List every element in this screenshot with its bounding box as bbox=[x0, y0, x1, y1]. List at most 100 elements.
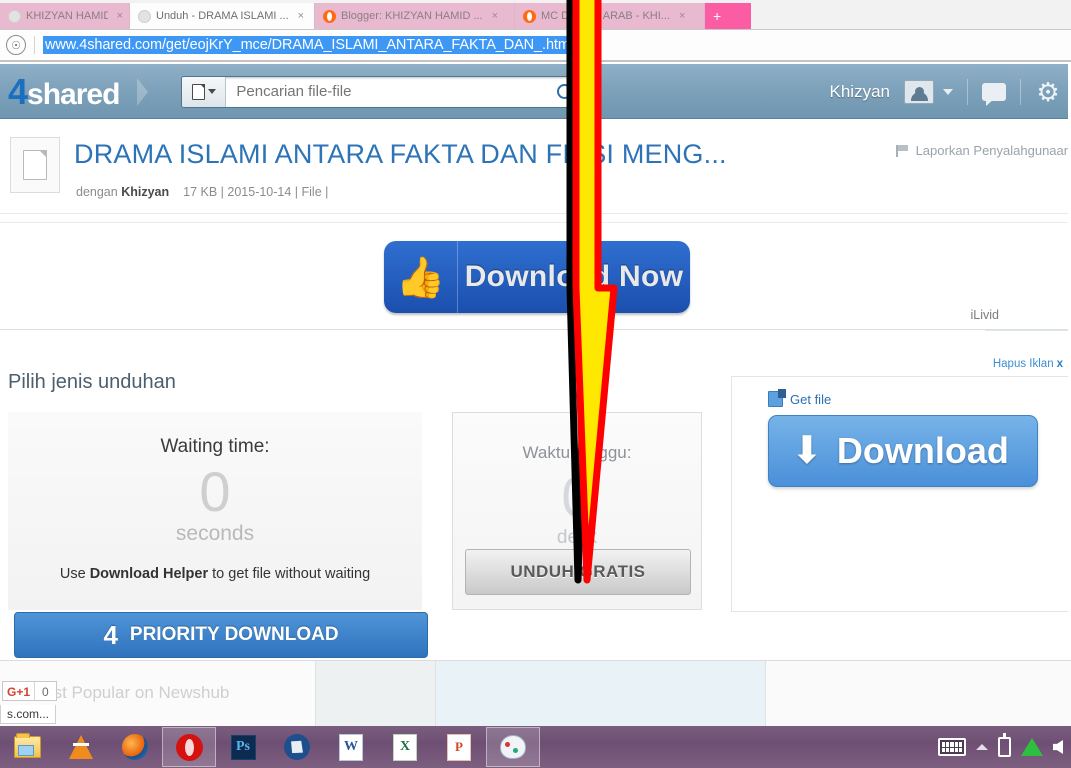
file-type-icon bbox=[191, 83, 205, 100]
photoshop-icon: Ps bbox=[230, 734, 256, 760]
url-input[interactable]: www.4shared.com/get/eojKrY_mce/DRAMA_ISL… bbox=[43, 36, 575, 54]
priority-download-button[interactable]: 4 PRIORITY DOWNLOAD bbox=[14, 612, 428, 658]
ad-banner: 👍 Download Now iLivid bbox=[0, 222, 1071, 330]
avatar[interactable] bbox=[904, 79, 934, 104]
bottom-cell-filler[interactable] bbox=[766, 661, 1071, 727]
powerpoint-icon: P bbox=[447, 733, 471, 761]
new-tab-button[interactable]: + bbox=[705, 3, 751, 29]
bottom-cell-thumb[interactable] bbox=[316, 661, 436, 727]
right-ad-panel: Get file ⬇ Download bbox=[731, 376, 1071, 612]
chat-bubble-icon[interactable] bbox=[982, 82, 1006, 106]
browser-url-bar[interactable]: ☉ www.4shared.com/get/eojKrY_mce/DRAMA_I… bbox=[0, 30, 1071, 62]
browser-tab-1[interactable]: Unduh - DRAMA ISLAMI ... × bbox=[130, 3, 315, 29]
domain-tooltip: s.com... bbox=[0, 705, 57, 724]
ad-advertiser-label: iLivid bbox=[970, 308, 1000, 322]
download-helper-link[interactable]: Download Helper bbox=[90, 566, 208, 582]
google-plus-one-button[interactable]: G+1 0 bbox=[2, 681, 57, 701]
chevron-down-icon[interactable] bbox=[943, 88, 953, 95]
waktu-tunggu-label: Waktu tunggu: bbox=[522, 443, 632, 462]
priority-download-label: PRIORITY DOWNLOAD bbox=[129, 624, 339, 645]
taskbar-item-opera-browser[interactable] bbox=[162, 727, 216, 767]
remove-ads-link-bottom[interactable]: Hapus Iklan x bbox=[986, 356, 1069, 372]
taskbar-item-nero-burning[interactable] bbox=[270, 726, 324, 768]
waiting-panel-english: Waiting time: 0 seconds Use Download Hel… bbox=[8, 412, 428, 658]
download-now-ad-button[interactable]: 👍 Download Now bbox=[384, 241, 690, 313]
taskbar-item-mozilla-firefox[interactable] bbox=[108, 726, 162, 768]
taskbar-item-paint[interactable] bbox=[486, 727, 540, 767]
download-now-label: Download Now bbox=[464, 260, 684, 293]
file-uploader: dengan Khizyan bbox=[76, 185, 170, 199]
document-icon bbox=[23, 150, 47, 180]
unduh-gratis-button[interactable]: UNDUH GRATIS bbox=[465, 549, 691, 595]
gear-icon[interactable]: ⚙ bbox=[1035, 79, 1061, 105]
browser-tab-strip: KHIZYAN HAMID ... × Unduh - DRAMA ISLAMI… bbox=[0, 0, 1071, 30]
waiting-time-value: 0 bbox=[199, 460, 231, 523]
tab-favicon-opera-icon bbox=[523, 9, 536, 23]
waiting-time-label: Waiting time: bbox=[160, 436, 270, 457]
bottom-cell-newshub[interactable]: Most Popular on Newshub G+1 0 s.com... bbox=[0, 661, 316, 727]
disc-icon bbox=[284, 734, 310, 760]
close-icon[interactable]: x bbox=[1057, 358, 1063, 370]
opera-icon bbox=[175, 733, 203, 761]
site-logo[interactable]: 4 shared bbox=[8, 70, 120, 113]
newshub-label: Most Popular on Newshub bbox=[30, 683, 230, 702]
windows-taskbar: Ps W X P bbox=[0, 726, 1071, 768]
header-divider bbox=[1020, 78, 1021, 105]
taskbar-item-microsoft-excel[interactable]: X bbox=[378, 726, 432, 768]
header-divider bbox=[967, 78, 968, 105]
get-file-link[interactable]: Get file bbox=[768, 389, 831, 407]
search-button[interactable] bbox=[544, 77, 584, 107]
download-helper-hint: Use Download Helper to get file without … bbox=[59, 566, 371, 582]
keyboard-icon[interactable] bbox=[938, 738, 966, 756]
tab-close-icon[interactable]: × bbox=[298, 10, 304, 22]
report-abuse-link[interactable]: Laporkan Penyalahgunaan bbox=[895, 143, 1071, 158]
chevron-up-icon[interactable] bbox=[976, 744, 988, 750]
search-input[interactable] bbox=[226, 83, 545, 100]
speaker-icon[interactable] bbox=[1053, 740, 1063, 754]
taskbar-item-vlc-media-player[interactable] bbox=[54, 726, 108, 768]
taskbar-item-adobe-photoshop[interactable]: Ps bbox=[216, 726, 270, 768]
gplus-count: 0 bbox=[34, 682, 56, 700]
waktu-tunggu-value: 0 bbox=[561, 465, 593, 528]
ad-download-button[interactable]: ⬇ Download bbox=[768, 415, 1038, 487]
ad-download-label: Download bbox=[836, 430, 1009, 471]
word-icon: W bbox=[339, 733, 363, 761]
gplus-icon: G+1 bbox=[7, 685, 31, 699]
waiting-panel-indonesian: Waktu tunggu: 0 detik UNDUH GRATIS bbox=[452, 412, 702, 610]
green-triangle-icon[interactable] bbox=[1021, 738, 1043, 756]
file-metadata: dengan Khizyan 17 KB | 2015-10-14 | File… bbox=[76, 185, 328, 199]
browser-tab-3[interactable]: MC DRAMA ARAB - KHI... × bbox=[515, 3, 705, 29]
avatar-icon bbox=[905, 81, 933, 103]
tab-close-icon[interactable]: × bbox=[492, 10, 498, 22]
page-info-icon[interactable]: ☉ bbox=[6, 35, 26, 55]
logo-number: 4 bbox=[8, 70, 28, 112]
page-title: DRAMA ISLAMI ANTARA FAKTA DAN FIKSI MENG… bbox=[74, 139, 727, 169]
file-info-bar: DRAMA ISLAMI ANTARA FAKTA DAN FIKSI MENG… bbox=[0, 119, 1071, 347]
priority-badge-icon: 4 bbox=[103, 619, 118, 650]
browser-tab-label: MC DRAMA ARAB - KHI... bbox=[541, 10, 670, 22]
battery-icon[interactable] bbox=[998, 733, 1011, 757]
url-divider bbox=[34, 36, 35, 54]
tab-close-icon[interactable]: × bbox=[679, 10, 685, 22]
plus-icon: + bbox=[713, 8, 722, 24]
taskbar-item-file-explorer[interactable] bbox=[0, 726, 54, 768]
tab-favicon-generic-icon bbox=[8, 9, 21, 23]
taskbar-item-microsoft-word[interactable]: W bbox=[324, 726, 378, 768]
excel-icon: X bbox=[393, 733, 417, 761]
flag-icon bbox=[895, 144, 909, 157]
search-bar[interactable] bbox=[181, 75, 586, 108]
vlc-cone-icon bbox=[69, 735, 93, 759]
section-title: Pilih jenis unduhan bbox=[8, 371, 176, 393]
tab-close-icon[interactable]: × bbox=[117, 10, 123, 22]
bottom-cell-start-download[interactable]: ↧ START DOWNLOAD bbox=[436, 661, 1071, 727]
browser-tab-2[interactable]: Blogger: KHIZYAN HAMID ... × bbox=[315, 3, 515, 29]
taskbar-item-microsoft-powerpoint[interactable]: P bbox=[432, 726, 486, 768]
browser-tab-0[interactable]: KHIZYAN HAMID ... × bbox=[0, 3, 130, 29]
browser-tab-label: KHIZYAN HAMID ... bbox=[26, 10, 108, 22]
bottom-ad-strip: Most Popular on Newshub G+1 0 s.com... ↧… bbox=[0, 660, 1071, 727]
download-options-section: Hapus Iklan x Pilih jenis unduhan Waiting… bbox=[0, 331, 1071, 660]
waiting-time-unit: seconds bbox=[175, 522, 255, 545]
system-tray bbox=[938, 733, 1071, 757]
search-type-selector[interactable] bbox=[182, 76, 227, 107]
browser-tab-label: Unduh - DRAMA ISLAMI ... bbox=[156, 10, 289, 22]
